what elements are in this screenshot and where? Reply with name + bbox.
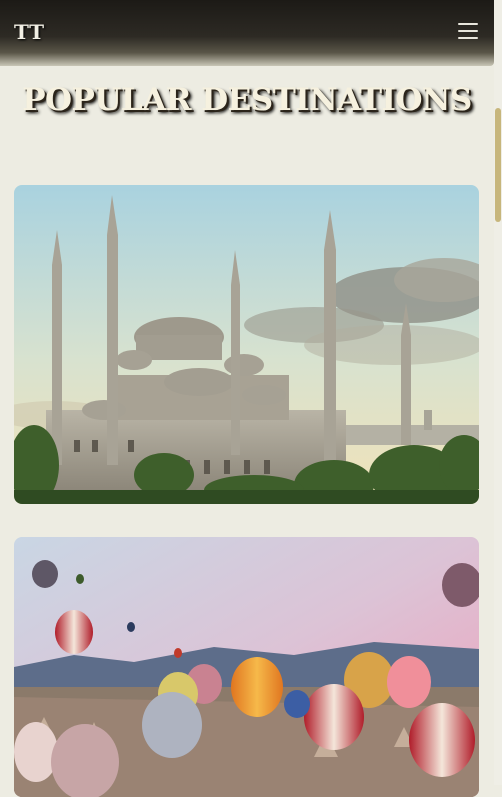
- page-title: POPULAR DESTINATIONS: [22, 82, 472, 118]
- scrollbar[interactable]: [494, 0, 502, 785]
- destination-card-mosque[interactable]: [14, 185, 479, 504]
- scrollbar-thumb[interactable]: [495, 108, 501, 222]
- destination-card-balloons[interactable]: [14, 537, 479, 797]
- mosque-image: [14, 185, 479, 504]
- site-logo[interactable]: TT: [14, 20, 45, 44]
- site-header: TT: [0, 0, 494, 66]
- hamburger-menu-icon[interactable]: [458, 23, 478, 39]
- balloons-image: [14, 537, 479, 797]
